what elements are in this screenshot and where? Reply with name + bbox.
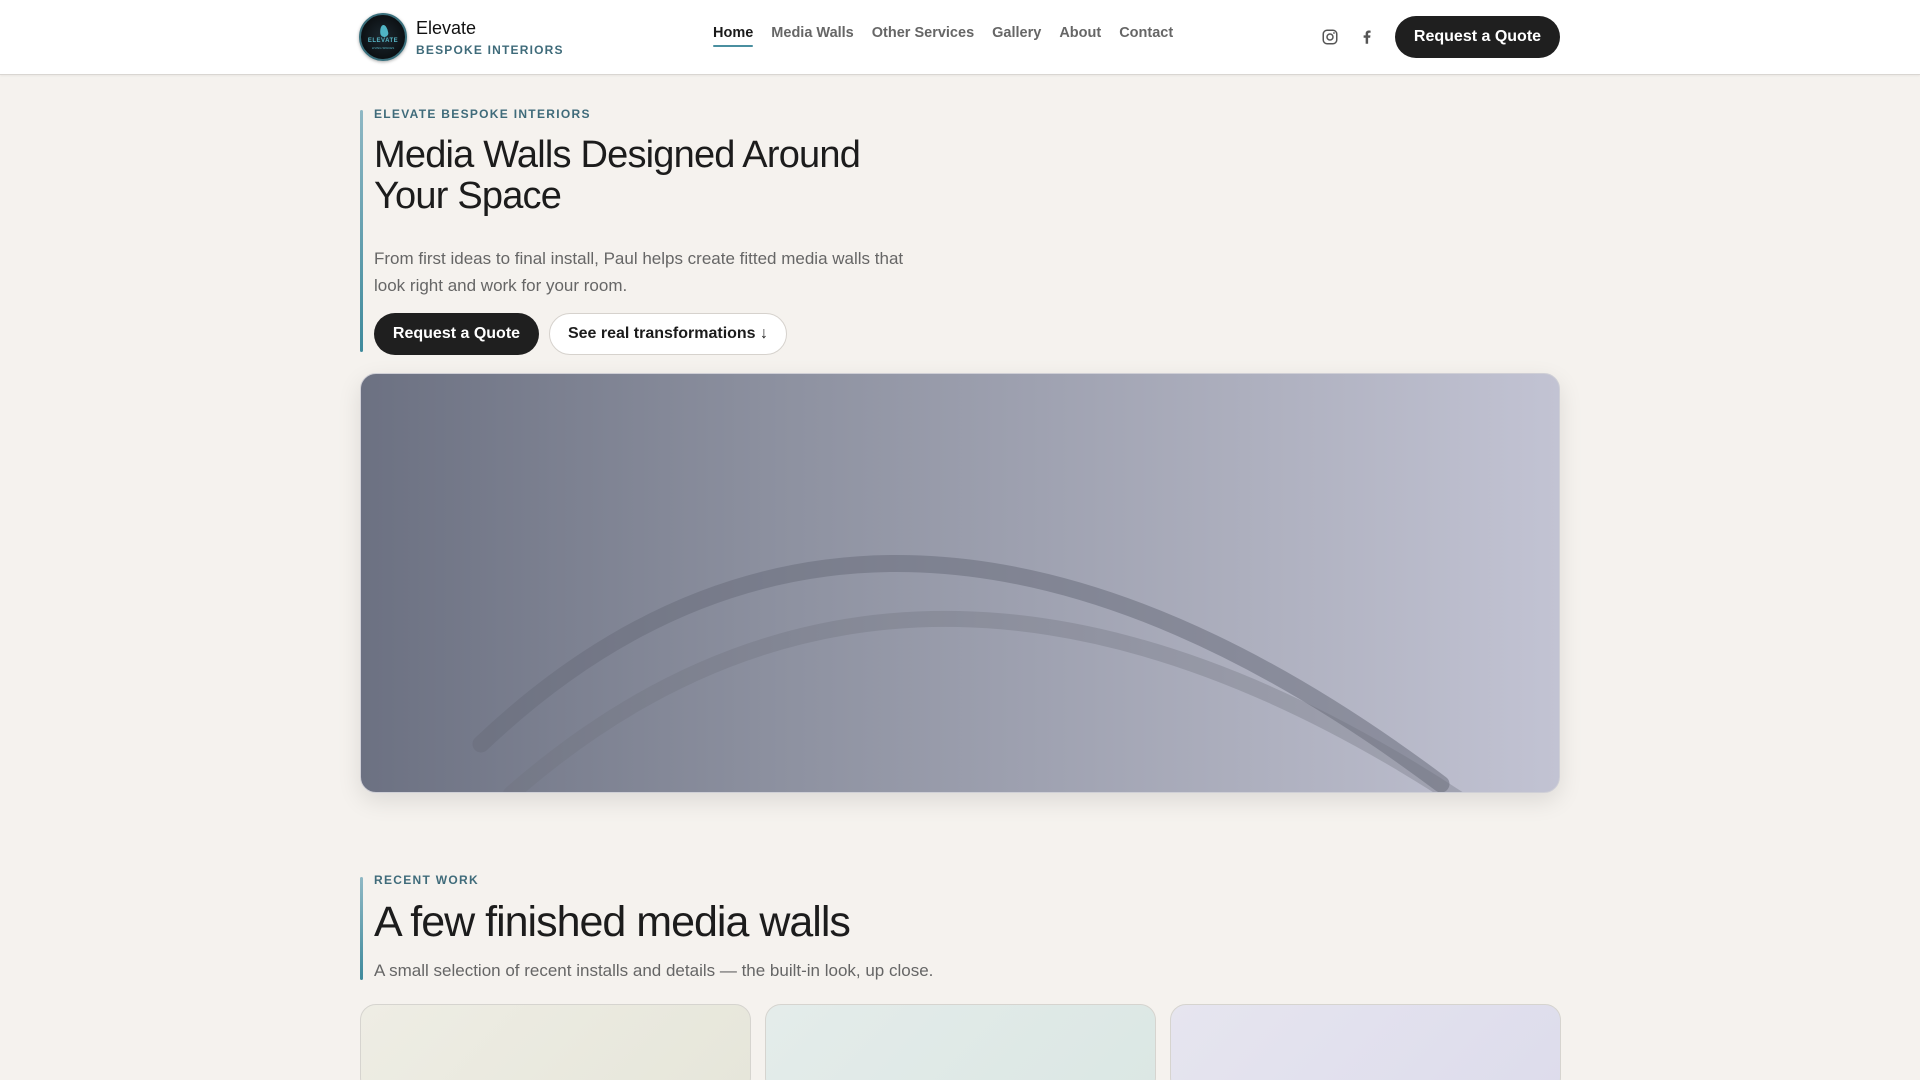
hero-description: From first ideas to final install, Paul … (374, 249, 904, 295)
logo-subtext: LIVING SPACES (371, 46, 395, 50)
brand-logo: ELEVATE LIVING SPACES (359, 13, 407, 61)
work-card[interactable] (765, 1004, 1156, 1080)
hero-request-quote-button[interactable]: Request a Quote (374, 313, 539, 355)
nav-about[interactable]: About (1059, 25, 1101, 47)
recent-work-description: A small selection of recent installs and… (374, 961, 934, 980)
logo-text: ELEVATE (367, 38, 399, 44)
hero-accent-bar (360, 110, 363, 352)
brand-subtitle: BESPOKE INTERIORS (416, 43, 564, 57)
recent-work-title: A few finished media walls (374, 898, 851, 946)
flame-icon (379, 24, 389, 38)
nav-contact[interactable]: Contact (1119, 25, 1173, 47)
hero-arc-decoration (472, 555, 1463, 792)
brand-text: Elevate BESPOKE INTERIORS (416, 17, 564, 57)
nav-media-walls[interactable]: Media Walls (771, 25, 853, 47)
hero-image (360, 373, 1560, 793)
work-card[interactable] (1170, 1004, 1561, 1080)
recent-work-accent-bar (360, 877, 363, 980)
brand[interactable]: ELEVATE LIVING SPACES Elevate BESPOKE IN… (359, 13, 564, 61)
site-header: ELEVATE LIVING SPACES Elevate BESPOKE IN… (0, 0, 1920, 75)
main-nav: Home Media Walls Other Services Gallery … (713, 25, 1173, 47)
facebook-icon[interactable] (1358, 28, 1376, 46)
request-quote-button[interactable]: Request a Quote (1395, 16, 1560, 58)
recent-work-eyebrow: RECENT WORK (374, 873, 479, 887)
nav-other-services[interactable]: Other Services (872, 25, 974, 47)
instagram-icon[interactable] (1321, 28, 1339, 46)
hero-title: Media Walls Designed Around Your Space (374, 134, 861, 217)
hero-eyebrow: ELEVATE BESPOKE INTERIORS (374, 107, 591, 121)
nav-home[interactable]: Home (713, 25, 754, 47)
nav-gallery[interactable]: Gallery (992, 25, 1041, 47)
see-transformations-button[interactable]: See real transformations ↓ (549, 313, 787, 355)
work-card[interactable] (360, 1004, 751, 1080)
brand-name: Elevate (416, 18, 477, 38)
